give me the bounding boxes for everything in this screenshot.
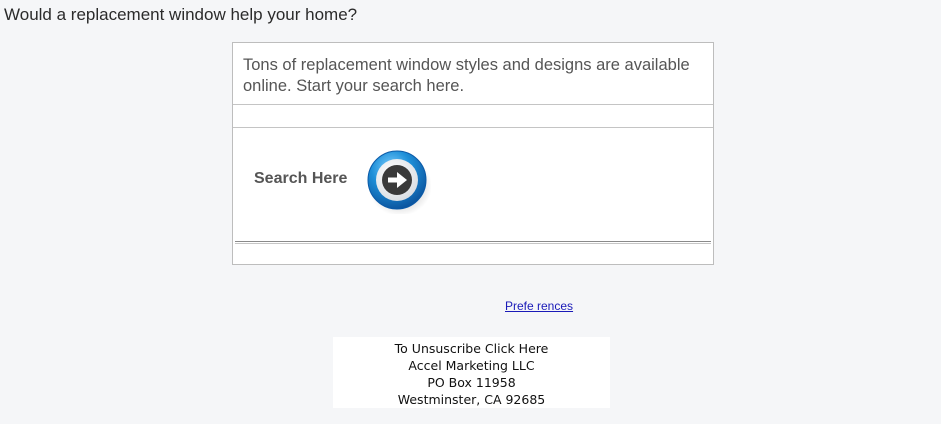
company-name: Accel Marketing LLC [408, 358, 535, 373]
search-arrow-button[interactable] [365, 148, 432, 216]
search-here-label[interactable]: Search Here [254, 170, 347, 188]
card-spacer-row [233, 105, 713, 128]
card-divider [235, 241, 711, 244]
po-box: PO Box 11958 [427, 375, 516, 390]
footer-address-block: To Unsuscribe Click Here Accel Marketing… [333, 337, 610, 408]
search-card: Tons of replacement window styles and de… [232, 42, 714, 265]
unsubscribe-link[interactable]: To Unsuscribe Click Here [333, 340, 610, 357]
card-intro-text: Tons of replacement window styles and de… [233, 43, 713, 105]
city-state-zip: Westminster, CA 92685 [397, 392, 546, 407]
arrow-right-circle-icon [367, 150, 432, 216]
preferences-link[interactable]: Prefe rences [505, 299, 573, 313]
page-headline: Would a replacement window help your hom… [4, 5, 358, 24]
search-row: Search Here [233, 128, 713, 240]
